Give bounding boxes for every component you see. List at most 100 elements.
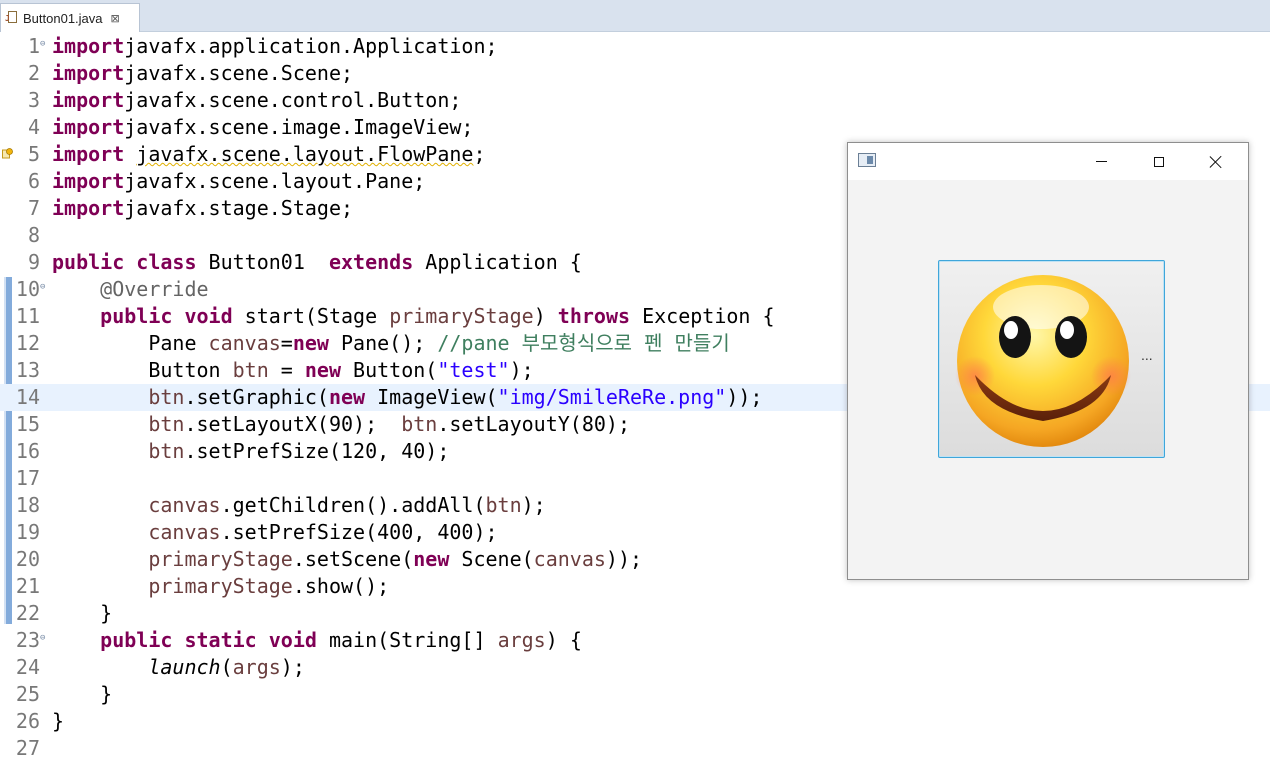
line-number: 23	[15, 628, 40, 652]
code-token: import	[52, 115, 125, 139]
line-source: btn.setPrefSize(120, 40);	[52, 438, 449, 465]
code-token: btn	[401, 412, 438, 436]
code-line[interactable]: 4 importjavafx.scene.image.ImageView;	[0, 114, 1270, 141]
tab-close-icon[interactable]: ⊠	[111, 12, 120, 25]
line-source: launch(args);	[52, 654, 305, 681]
code-token: primaryStage	[148, 574, 293, 598]
code-token: btn	[148, 385, 185, 409]
fold-toggle-icon[interactable]: ⊖	[40, 276, 52, 298]
code-token: (	[220, 655, 233, 679]
editor-tab-strip: J Button01.java ⊠	[0, 0, 1270, 32]
code-line[interactable]: 24 launch(args);	[0, 654, 1270, 681]
line-source: public class Button01 extends Applicatio…	[52, 249, 582, 276]
code-line[interactable]: 3 importjavafx.scene.control.Button;	[0, 87, 1270, 114]
line-number: 13	[15, 358, 40, 382]
code-token: .setLayoutX(90);	[184, 412, 402, 436]
code-token: canvas	[533, 547, 606, 571]
tab-label: Button01.java	[23, 10, 103, 26]
code-token: void	[268, 628, 317, 652]
code-token: static	[184, 628, 257, 652]
fold-toggle-icon[interactable]: ⊖	[40, 627, 52, 649]
code-token: import	[52, 142, 125, 166]
close-button[interactable]	[1193, 143, 1239, 180]
code-token: btn	[485, 493, 522, 517]
code-token: javafx.scene.layout.Pane;	[124, 169, 426, 193]
code-token: btn	[148, 412, 185, 436]
line-source: btn.setLayoutX(90); btn.setLayoutY(80);	[52, 411, 630, 438]
code-token: @Override	[100, 277, 209, 301]
line-number: 12	[15, 331, 40, 355]
line-source: }	[52, 600, 112, 627]
line-source: Pane canvas=new Pane(); //pane 부모형식으로 펜 …	[52, 330, 730, 357]
code-token: new	[304, 358, 341, 382]
code-token: );	[521, 493, 546, 517]
code-token: public	[100, 628, 173, 652]
line-source: importjavafx.scene.Scene;	[52, 60, 353, 87]
maximize-button[interactable]	[1136, 143, 1182, 180]
code-token: //pane 부모형식으로 펜 만들기	[437, 331, 730, 355]
window-app-icon[interactable]	[858, 153, 876, 167]
code-token: start(Stage	[232, 304, 390, 328]
line-number: 25	[15, 682, 40, 706]
minimize-icon	[1095, 161, 1107, 162]
code-line[interactable]: 23 ⊖ public static void main(String[] arg…	[0, 627, 1270, 654]
code-token: extends	[328, 250, 414, 274]
button-text-truncated: ...	[1141, 347, 1153, 363]
maximize-icon	[1154, 156, 1164, 167]
line-number: 24	[15, 655, 40, 679]
line-source: importjavafx.scene.image.ImageView;	[52, 114, 473, 141]
line-number: 18	[15, 493, 40, 517]
line-number: 14	[15, 385, 40, 409]
line-source: primaryStage.show();	[52, 573, 389, 600]
code-token: javafx.scene.control.Button;	[124, 88, 462, 112]
line-source: public static void main(String[] args) {	[52, 627, 582, 654]
code-line[interactable]: 26}	[0, 708, 1270, 735]
code-line[interactable]: 27	[0, 735, 1270, 762]
line-source: btn.setGraphic(new ImageView("img/SmileR…	[52, 384, 762, 411]
line-number: 5	[27, 142, 40, 166]
code-token: .setPrefSize(120, 40);	[184, 439, 450, 463]
code-token: javafx.stage.Stage;	[124, 196, 354, 220]
window-titlebar[interactable]	[848, 143, 1248, 180]
tab-button01-java[interactable]: J Button01.java ⊠	[0, 3, 140, 32]
code-line[interactable]: 2 importjavafx.scene.Scene;	[0, 60, 1270, 87]
code-token: args	[497, 628, 546, 652]
minimize-button[interactable]	[1078, 143, 1124, 180]
line-number: 20	[15, 547, 40, 571]
code-token: Button(	[341, 358, 438, 382]
code-token: throws	[557, 304, 631, 328]
code-token: .show();	[292, 574, 390, 598]
java-file-icon: J	[5, 10, 19, 26]
line-source: canvas.getChildren().addAll(btn);	[52, 492, 546, 519]
code-line[interactable]: 1 ⊖ importjavafx.application.Application;	[0, 33, 1270, 60]
code-token: Pane	[52, 331, 209, 355]
code-token: import	[52, 61, 125, 85]
code-token: ;	[473, 142, 486, 166]
code-token: ) {	[545, 628, 582, 652]
fold-toggle-icon[interactable]: ⊖	[40, 33, 52, 55]
test-button[interactable]: ...	[938, 260, 1165, 458]
line-number: 4	[27, 115, 40, 139]
javafx-window[interactable]: ...	[847, 142, 1249, 580]
line-number: 21	[15, 574, 40, 598]
code-token: ));	[605, 547, 643, 571]
code-line[interactable]: 25 }	[0, 681, 1270, 708]
code-token: Scene(	[449, 547, 534, 571]
code-token: btn	[148, 439, 185, 463]
line-number: 1	[27, 34, 40, 58]
code-token: }	[52, 709, 65, 733]
code-token: Application {	[413, 250, 582, 274]
line-number: 27	[15, 736, 40, 760]
line-number: 15	[15, 412, 40, 436]
line-number: 2	[27, 61, 40, 85]
code-line[interactable]: 22 }	[0, 600, 1270, 627]
